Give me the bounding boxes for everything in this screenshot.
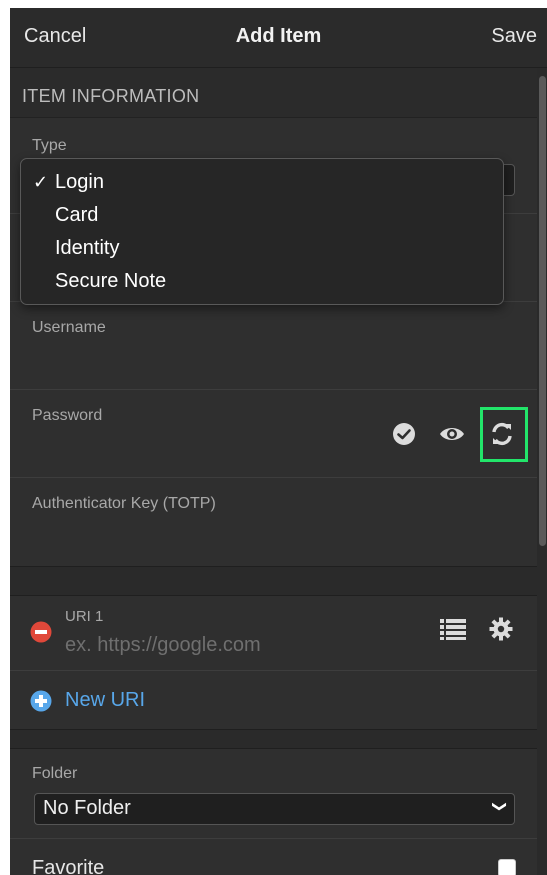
section-title: ITEM INFORMATION (22, 86, 200, 106)
type-option-login[interactable]: ✓ Login (21, 169, 503, 202)
option-label: Secure Note (55, 270, 167, 292)
new-uri-row[interactable]: New URI (10, 671, 537, 729)
type-option-secure-note[interactable]: Secure Note (21, 268, 503, 301)
eye-icon[interactable] (438, 423, 466, 450)
totp-row[interactable]: Authenticator Key (TOTP) (10, 478, 537, 566)
password-label: Password (32, 407, 103, 424)
chevron-down-icon: ❯ (492, 800, 509, 813)
uri-row: URI 1 ex. https://google.com (10, 596, 537, 671)
favorite-label: Favorite (32, 857, 105, 875)
option-label: Card (55, 204, 99, 226)
checkmark-icon: ✓ (33, 172, 49, 192)
section-divider-2 (10, 729, 537, 749)
section-divider (10, 566, 537, 596)
folder-label: Folder (32, 765, 78, 782)
folder-value: No Folder (43, 797, 131, 819)
option-label: Identity (55, 237, 120, 259)
new-uri-link[interactable]: New URI (65, 689, 145, 712)
add-uri-icon[interactable] (30, 690, 52, 717)
uri-label: URI 1 (65, 608, 104, 625)
type-dropdown-menu: ✓ Login Card Identity Secure Note (20, 158, 504, 305)
highlight-box (480, 407, 528, 462)
check-password-icon[interactable] (392, 422, 416, 451)
password-row[interactable]: Password (10, 390, 537, 478)
username-row[interactable]: Username (10, 302, 537, 390)
option-label: Login (55, 171, 104, 193)
save-button[interactable]: Save (491, 25, 537, 48)
gear-icon[interactable] (489, 617, 513, 646)
folder-row: Folder No Folder ❯ (10, 749, 537, 839)
list-icon[interactable] (440, 618, 466, 645)
uri-input[interactable]: ex. https://google.com (65, 634, 261, 657)
folder-select[interactable]: No Folder ❯ (34, 793, 515, 825)
favorite-row: Favorite (10, 839, 537, 875)
type-option-card[interactable]: Card (21, 202, 503, 235)
add-item-screen: Cancel Add Item Save ITEM INFORMATION Ty… (10, 8, 547, 875)
scrollbar[interactable] (537, 68, 547, 875)
scrollbar-thumb[interactable] (539, 76, 546, 546)
favorite-checkbox[interactable] (498, 859, 516, 875)
remove-uri-icon[interactable] (30, 621, 52, 648)
username-label: Username (32, 319, 106, 336)
page-title: Add Item (235, 25, 322, 47)
type-option-identity[interactable]: Identity (21, 235, 503, 268)
type-label: Type (32, 137, 67, 154)
top-bar: Cancel Add Item Save (10, 8, 547, 68)
section-header-item-information: ITEM INFORMATION (10, 68, 547, 118)
totp-label: Authenticator Key (TOTP) (32, 495, 216, 512)
